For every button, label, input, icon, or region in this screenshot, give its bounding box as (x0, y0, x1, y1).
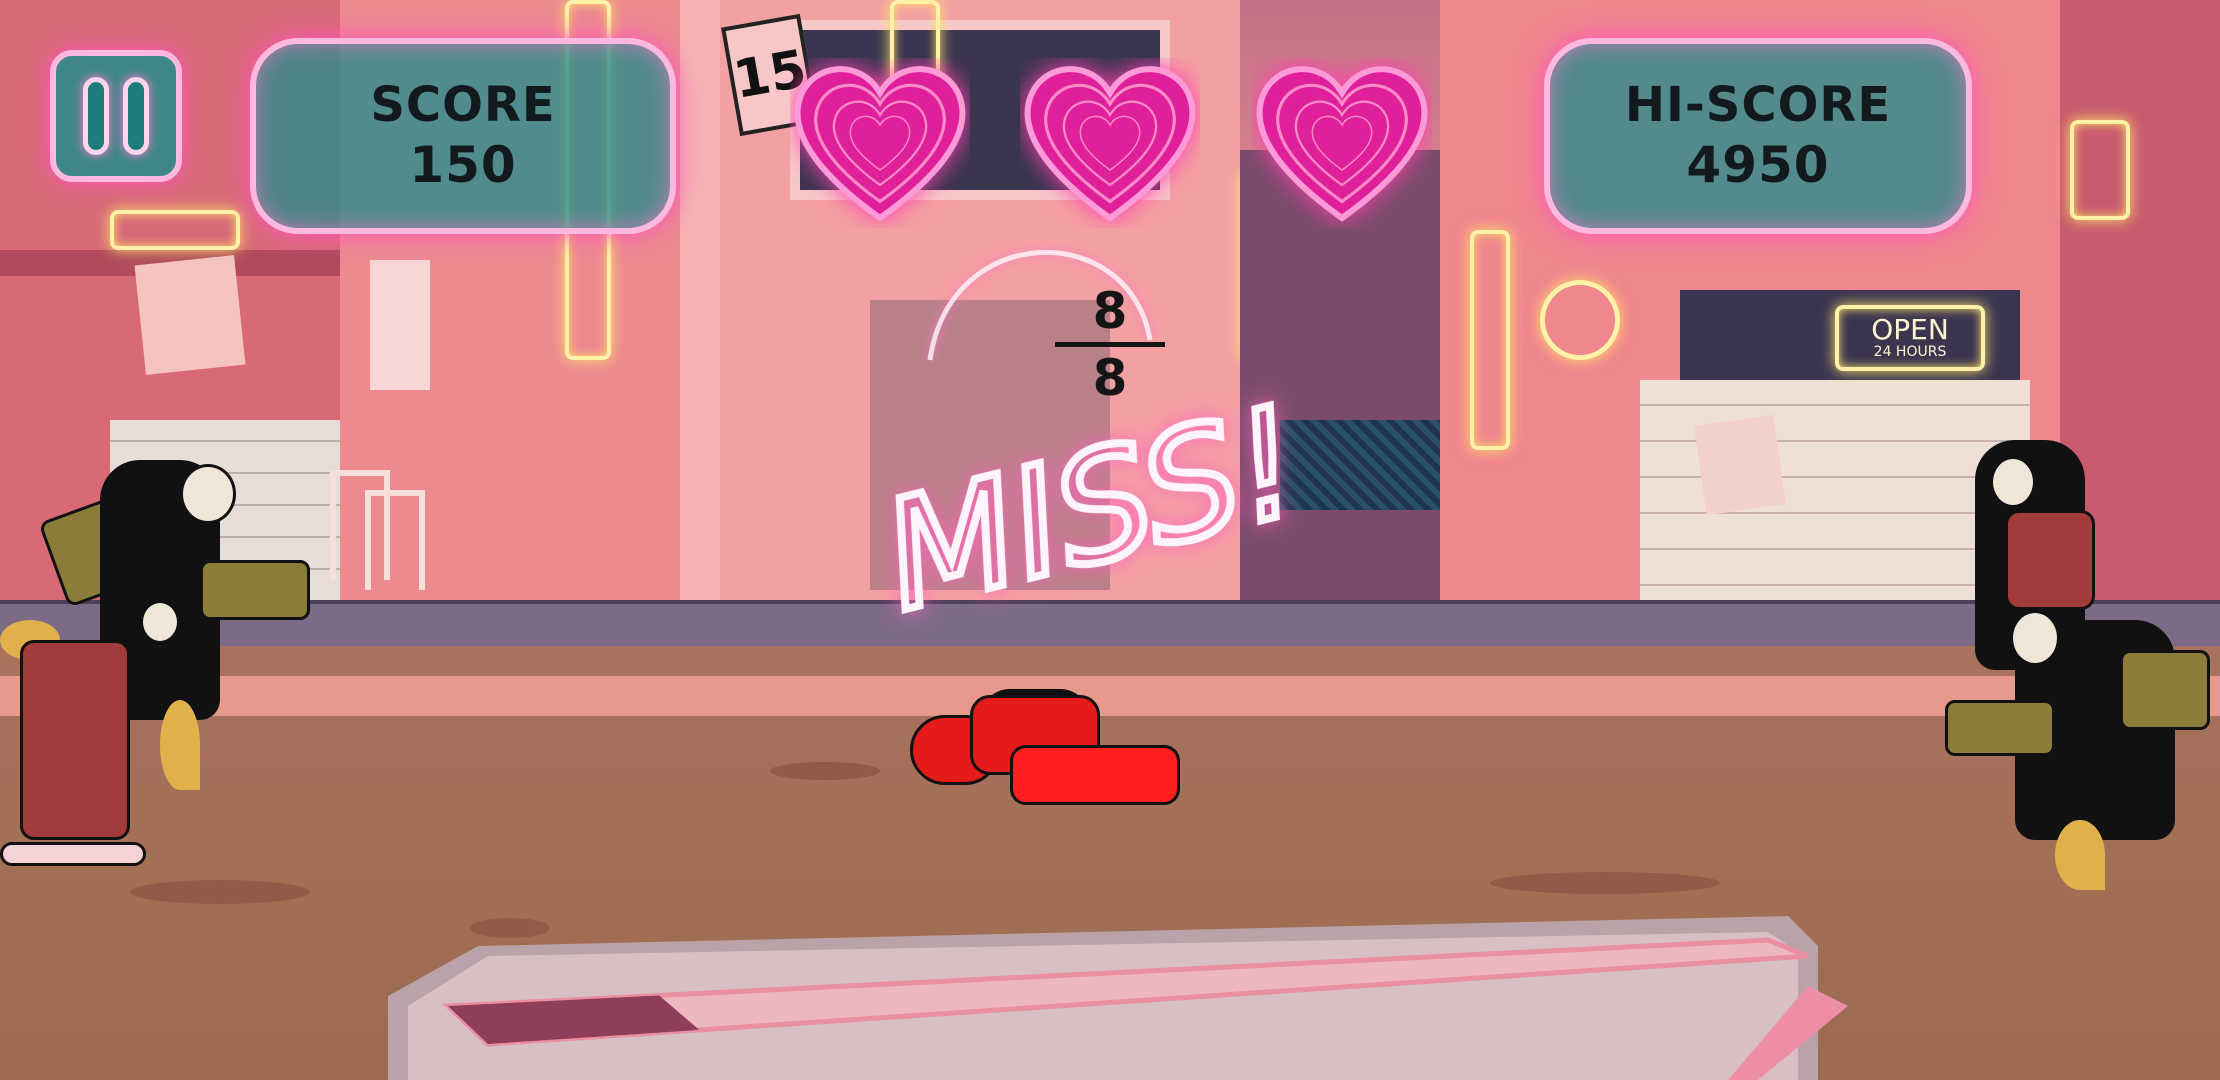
open-sign: OPEN 24 HOURS (1835, 305, 1985, 371)
hiscore-panel: HI-SCORE 4950 (1544, 38, 1972, 234)
enemy-bag (200, 560, 310, 620)
neon-sign-fire (110, 210, 240, 250)
enemy-bag (2120, 650, 2210, 730)
skateboard (0, 842, 146, 866)
battery-neon-sign (2070, 120, 2130, 220)
beat-denominator: 8 (1092, 349, 1128, 407)
enemy-mask (140, 600, 180, 644)
player-character-fallen (910, 689, 1190, 815)
road-stain (770, 762, 880, 780)
repair-shop-sign-icon (1540, 280, 1620, 360)
open-sign-text: OPEN (1871, 313, 1949, 346)
second-skater-body (20, 640, 130, 840)
enemy-jacket (2005, 510, 2095, 610)
timing-bar (388, 916, 1848, 1080)
road-stain (1490, 872, 1720, 894)
beat-numerator: 8 (1092, 282, 1128, 340)
miss-text: MISS! (870, 375, 1317, 645)
poster (134, 255, 246, 375)
stool (365, 490, 425, 590)
road-stain (130, 880, 310, 904)
enemy-bag (1945, 700, 2055, 756)
pause-icon (123, 77, 149, 155)
menu-board (370, 260, 430, 390)
flame-pattern (2055, 820, 2105, 890)
pause-icon (83, 77, 109, 155)
score-panel: SCORE 150 (250, 38, 676, 234)
score-value: 150 (409, 135, 517, 194)
heart-icon (1256, 66, 1428, 222)
fraction-line (1055, 342, 1165, 347)
enemy-mask (1990, 456, 2036, 508)
pause-button[interactable] (50, 50, 182, 182)
enemy-mask (180, 464, 236, 524)
beat-counter: 8 8 (1055, 282, 1165, 407)
player-legs (1010, 745, 1180, 805)
vertical-neon-sign-repairs (1470, 230, 1510, 450)
enemy-skater-left (0, 440, 320, 880)
hiscore-value: 4950 (1686, 135, 1830, 194)
enemy-skater-right (1945, 440, 2220, 920)
heart-icon (1024, 66, 1196, 222)
open-sign-hours: 24 HOURS (1873, 344, 1947, 360)
game-stage: 15 OPEN 24 HOURS MISS! 8 8 SCORE 150 HI-… (0, 0, 2220, 1080)
flame-pattern (160, 700, 200, 790)
hiscore-label: HI-SCORE (1624, 77, 1892, 134)
poster (1694, 414, 1786, 516)
enemy-mask (2010, 610, 2060, 666)
heart-icon (794, 66, 966, 222)
score-label: SCORE (370, 77, 556, 134)
